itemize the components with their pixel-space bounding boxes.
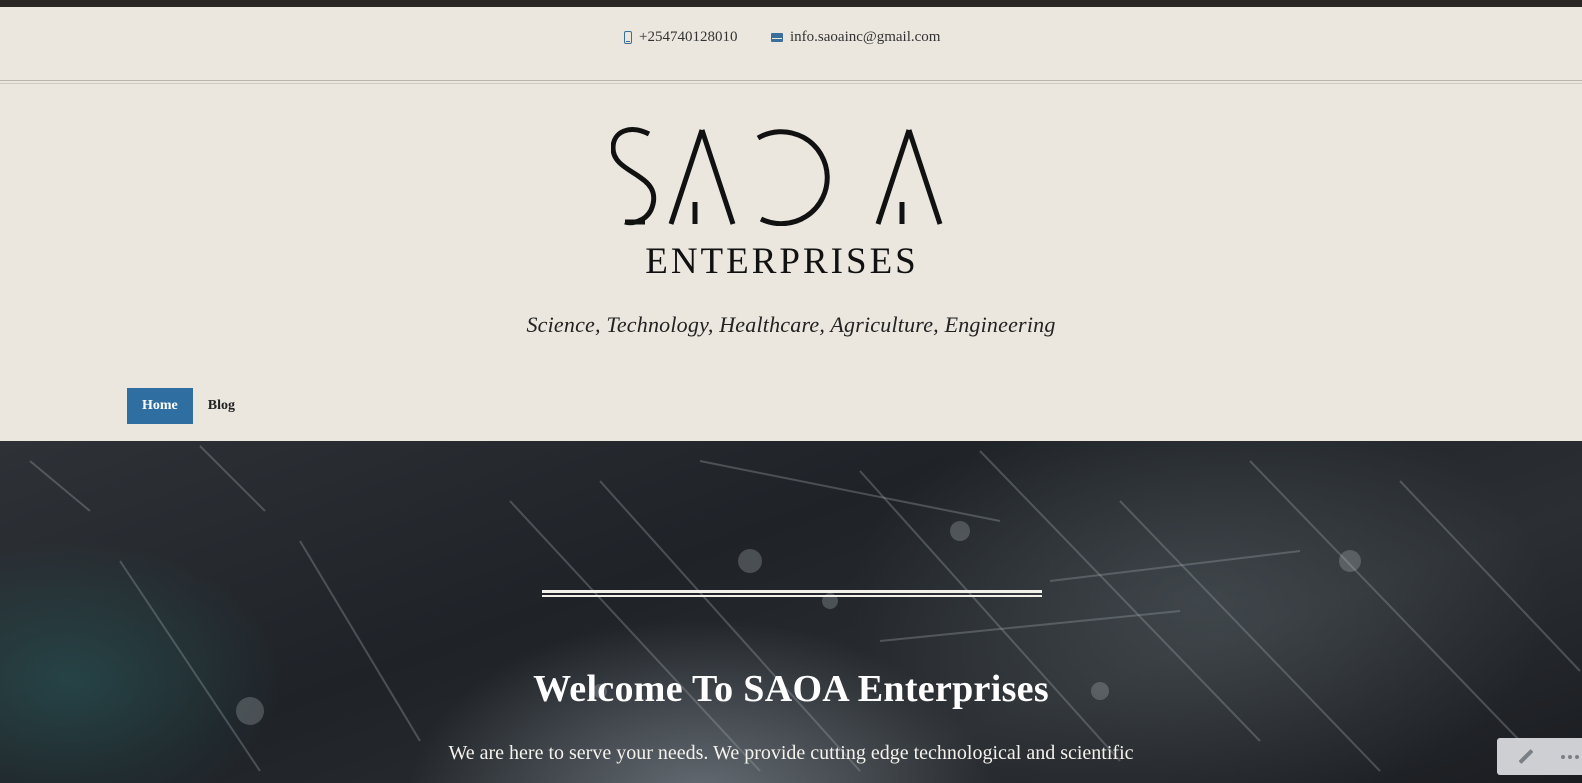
mobile-phone-icon xyxy=(624,31,632,44)
nav-item-home[interactable]: Home xyxy=(127,388,193,424)
hero-banner: Welcome To SAOA Enterprises We are here … xyxy=(0,441,1582,783)
contact-bar: +254740128010 info.saoainc@gmail.com xyxy=(0,7,1582,84)
hero-text: We are here to serve your needs. We prov… xyxy=(448,742,1134,764)
contact-phone-link[interactable]: +254740128010 xyxy=(624,29,737,46)
contact-email-text: info.saoainc@gmail.com xyxy=(790,29,941,45)
pencil-icon[interactable] xyxy=(1518,749,1534,765)
edit-toolbar xyxy=(1497,738,1582,775)
hero-title: Welcome To SAOA Enterprises xyxy=(533,668,1049,710)
site-logo[interactable]: ENTERPRISES xyxy=(611,126,951,282)
site-tagline: Science, Technology, Healthcare, Agricul… xyxy=(526,312,1056,337)
contact-phone-text: +254740128010 xyxy=(639,29,738,45)
envelope-icon xyxy=(771,33,783,42)
logo-subtitle: ENTERPRISES xyxy=(645,241,919,282)
nav-item-blog[interactable]: Blog xyxy=(193,388,250,424)
logo-mark xyxy=(611,127,943,226)
top-strip xyxy=(0,0,1582,7)
main-nav: Home Blog xyxy=(127,388,250,424)
hero-background-texture xyxy=(29,445,1581,772)
contact-email-link[interactable]: info.saoainc@gmail.com xyxy=(771,29,940,46)
ellipsis-icon[interactable] xyxy=(1560,754,1579,759)
hero-divider xyxy=(542,590,1042,597)
